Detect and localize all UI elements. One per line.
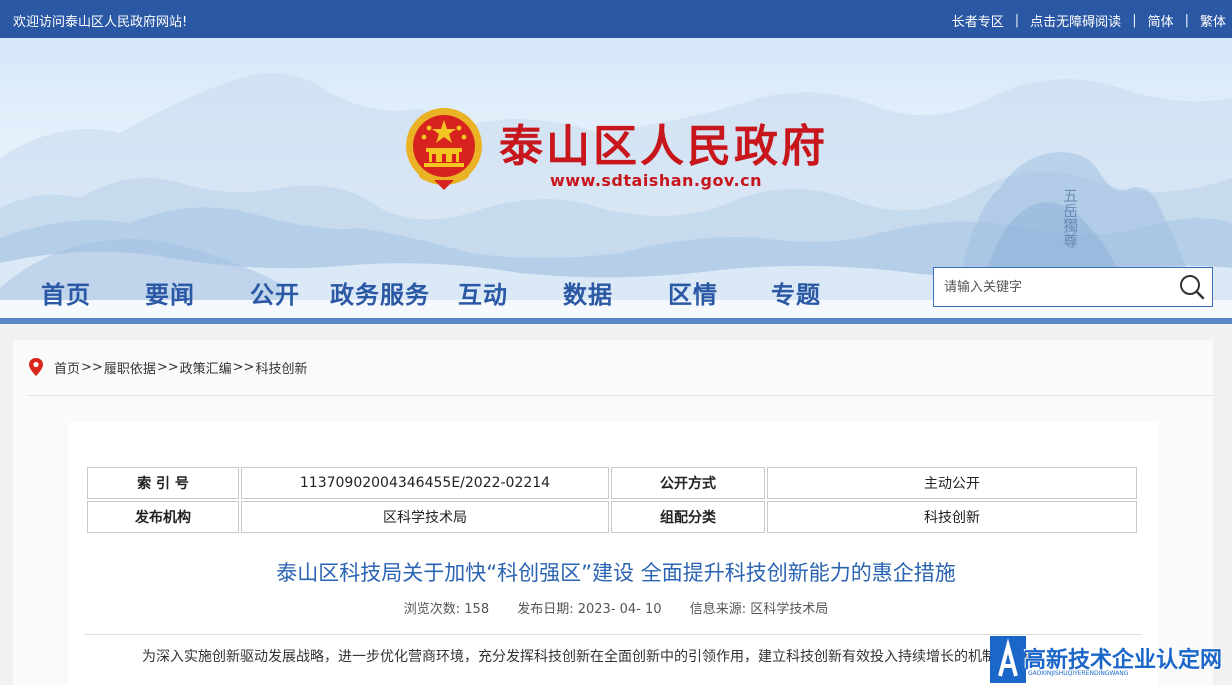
watermark-logo: 高新技术企业认定网 GAOXINJISHUQIYERENDINGWANG <box>988 634 1232 685</box>
welcome-text: 欢迎访问泰山区人民政府网站! <box>13 15 188 30</box>
nav-data[interactable]: 数据 <box>563 275 613 310</box>
site-url: www.sdtaishan.gov.cn <box>550 171 763 190</box>
breadcrumb-separator: >> <box>232 359 255 375</box>
national-emblem-icon <box>406 108 482 190</box>
breadcrumb-separator: >> <box>81 359 103 375</box>
watermark-subtext: GAOXINJISHUQIYERENDINGWANG <box>1028 670 1129 677</box>
article-meta: 浏览次数: 158 发布日期: 2023- 04- 10 信息来源: 区科学技术… <box>0 598 1232 617</box>
breadcrumb-duties[interactable]: 履职依据 <box>104 358 156 377</box>
index-number-value: 11370902004346455E/2022-02214 <box>241 467 609 499</box>
breadcrumb-separator: >> <box>156 359 179 375</box>
accessibility-link[interactable]: 点击无障碍阅读 <box>1030 11 1121 30</box>
document-info-table: 索 引 号 11370902004346455E/2022-02214 公开方式… <box>85 465 1139 535</box>
simplified-chinese-link[interactable]: 简体 <box>1148 11 1174 30</box>
top-bar: 欢迎访问泰山区人民政府网站! 长者专区 | 点击无障碍阅读 | 简体 | 繁体 <box>0 0 1232 38</box>
traditional-chinese-link[interactable]: 繁体 <box>1200 11 1226 30</box>
table-row: 发布机构 区科学技术局 组配分类 科技创新 <box>87 501 1137 533</box>
breadcrumb-divider <box>28 395 1213 396</box>
svg-text:五岳獨尊: 五岳獨尊 <box>1061 188 1079 249</box>
nav-home[interactable]: 首页 <box>41 275 91 310</box>
table-row: 索 引 号 11370902004346455E/2022-02214 公开方式… <box>87 467 1137 499</box>
nav-disclosure[interactable]: 公开 <box>250 275 300 310</box>
publish-date: 发布日期: 2023- 04- 10 <box>517 602 662 617</box>
disclosure-method-label: 公开方式 <box>611 467 765 499</box>
info-source: 信息来源: 区科学技术局 <box>689 602 829 617</box>
nav-gov-services[interactable]: 政务服务 <box>330 275 430 310</box>
search-icon[interactable] <box>1178 273 1206 301</box>
breadcrumb: 首页 >> 履职依据 >> 政策汇编 >> 科技创新 <box>28 357 307 377</box>
publisher-label: 发布机构 <box>87 501 239 533</box>
nav-interaction[interactable]: 互动 <box>458 275 508 310</box>
divider: | <box>1132 13 1137 28</box>
divider: | <box>1014 13 1020 28</box>
breadcrumb-policies[interactable]: 政策汇编 <box>180 358 232 377</box>
top-links: 长者专区 | 点击无障碍阅读 | 简体 | 繁体 <box>952 11 1226 30</box>
breadcrumb-tech-innovation[interactable]: 科技创新 <box>255 358 307 377</box>
nav-district-info[interactable]: 区情 <box>668 275 718 310</box>
search-box <box>933 267 1213 307</box>
search-input[interactable] <box>944 276 1164 298</box>
site-title: 泰山区人民政府 <box>499 121 828 172</box>
article-paragraph: 为深入实施创新驱动发展战略，进一步优化营商环境，充分发挥科技创新在全面创新中的引… <box>142 649 1038 665</box>
nav-news[interactable]: 要闻 <box>145 275 195 310</box>
elder-zone-link[interactable]: 长者专区 <box>952 11 1004 30</box>
index-number-label: 索 引 号 <box>87 467 239 499</box>
nav-topics[interactable]: 专题 <box>771 275 821 310</box>
category-value: 科技创新 <box>767 501 1137 533</box>
publisher-value: 区科学技术局 <box>241 501 609 533</box>
category-label: 组配分类 <box>611 501 765 533</box>
article-title: 泰山区科技局关于加快“科创强区”建设 全面提升科技创新能力的惠企措施 <box>276 561 956 585</box>
view-count: 浏览次数: 158 <box>403 602 490 617</box>
divider: | <box>1184 13 1189 28</box>
watermark-a-icon <box>990 636 1026 683</box>
location-pin-icon <box>29 358 43 376</box>
article-divider <box>84 634 1142 635</box>
breadcrumb-home[interactable]: 首页 <box>54 358 80 377</box>
disclosure-method-value: 主动公开 <box>767 467 1137 499</box>
